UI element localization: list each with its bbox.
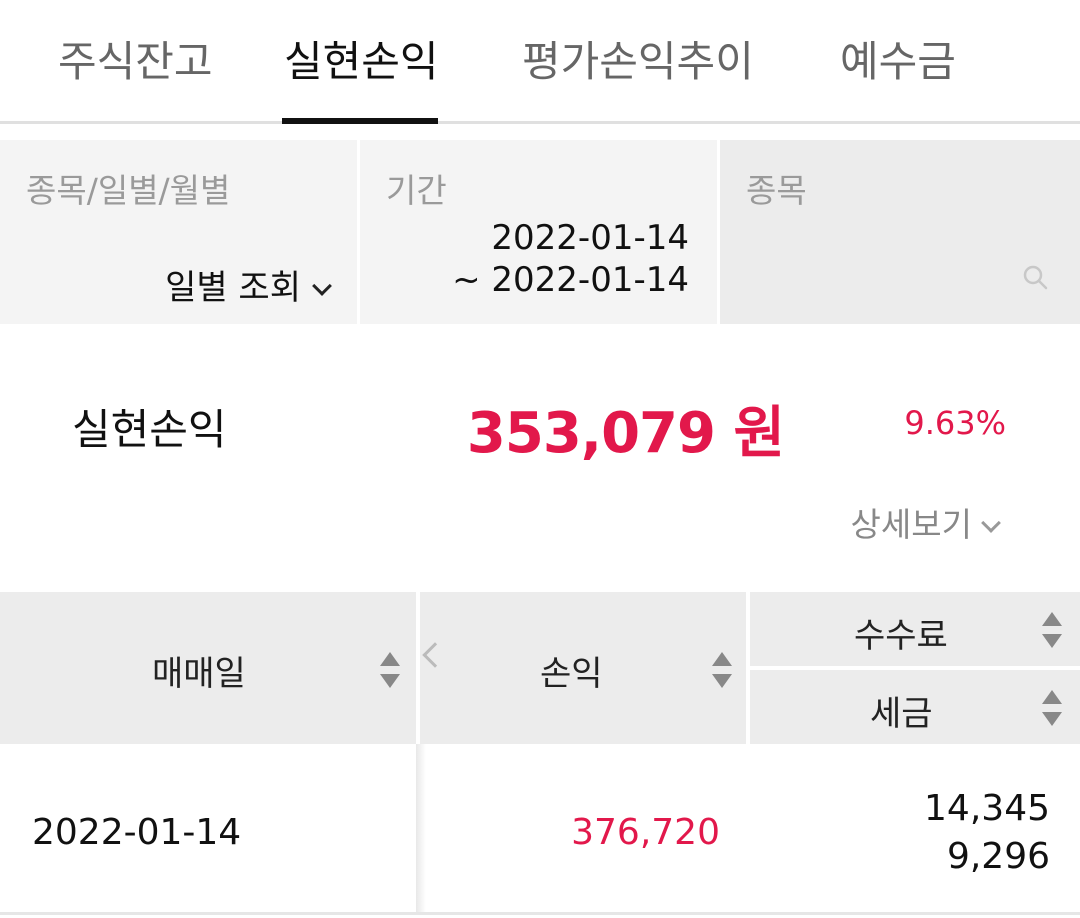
stock-search-filter[interactable]: 종목	[720, 140, 1080, 324]
stock-label: 종목	[746, 171, 807, 210]
column-header-fee-label: 수수료	[854, 616, 948, 656]
tab-valuation-trend[interactable]: 평가손익추이	[522, 28, 754, 89]
summary-label: 실현손익	[72, 405, 227, 454]
search-icon[interactable]	[1022, 264, 1048, 290]
view-type-label: 종목/일별/월별	[26, 171, 231, 210]
period-label: 기간	[386, 171, 447, 210]
column-header-profit-loss[interactable]: 손익	[420, 592, 746, 744]
period-filter[interactable]: 기간 2022-01-14 ~ 2022-01-14	[360, 140, 717, 324]
tab-stock-balance[interactable]: 주식잔고	[58, 28, 213, 89]
summary-percent: 9.63%	[904, 404, 1006, 442]
chevron-left-icon[interactable]	[422, 642, 448, 668]
column-header-date[interactable]: 매매일	[0, 592, 416, 744]
sort-icon[interactable]	[380, 652, 400, 688]
row-divider	[0, 912, 1080, 915]
detail-view-label: 상세보기	[850, 505, 972, 544]
chevron-down-icon	[312, 276, 332, 296]
row-profit-loss: 376,720	[571, 812, 720, 853]
column-header-date-label: 매매일	[152, 654, 246, 694]
column-header-profit-loss-label: 손익	[540, 654, 603, 694]
row-date: 2022-01-14	[32, 812, 242, 853]
column-header-tax[interactable]: 세금	[750, 670, 1080, 744]
sort-icon[interactable]	[1042, 612, 1062, 648]
summary-amount: 353,079 원	[466, 401, 785, 466]
column-header-tax-label: 세금	[870, 694, 933, 734]
view-type-select[interactable]: 일별 조회	[165, 260, 332, 309]
column-header-fee[interactable]: 수수료	[750, 592, 1080, 666]
sort-icon[interactable]	[712, 652, 732, 688]
period-end: ~ 2022-01-14	[452, 260, 689, 300]
active-tab-indicator	[282, 118, 438, 124]
row-fee: 14,345	[924, 788, 1050, 829]
period-start: 2022-01-14	[491, 218, 689, 258]
tab-deposit[interactable]: 예수금	[840, 28, 956, 89]
view-type-value: 일별 조회	[165, 268, 301, 308]
tab-realized-pl[interactable]: 실현손익	[284, 28, 439, 89]
row-tax: 9,296	[946, 836, 1050, 877]
column-divider	[416, 744, 426, 914]
sort-icon[interactable]	[1042, 690, 1062, 726]
tab-bar: 주식잔고 실현손익 평가손익추이 예수금	[0, 0, 1080, 124]
chevron-down-icon	[981, 513, 1001, 533]
view-type-filter[interactable]: 종목/일별/월별 일별 조회	[0, 140, 357, 324]
detail-view-button[interactable]: 상세보기	[850, 498, 1001, 546]
